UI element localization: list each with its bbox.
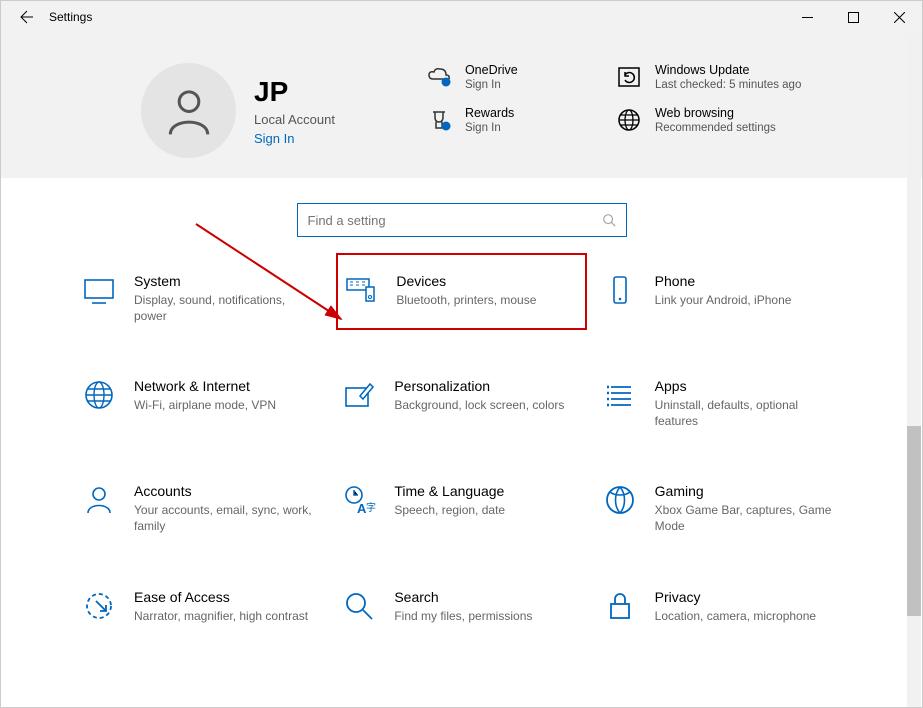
tile-windows-update[interactable]: Windows Update Last checked: 5 minutes a… — [615, 63, 825, 91]
cat-system[interactable]: System Display, sound, notifications, po… — [76, 267, 326, 330]
cat-title: Ease of Access — [134, 589, 308, 605]
cat-network[interactable]: Network & Internet Wi-Fi, airplane mode,… — [76, 372, 326, 435]
svg-text:字: 字 — [366, 501, 376, 514]
close-button[interactable] — [876, 1, 922, 33]
ease-of-access-icon — [82, 589, 116, 623]
cat-time-language[interactable]: A字 Time & Language Speech, region, date — [336, 477, 586, 540]
tile-web-browsing[interactable]: Web browsing Recommended settings — [615, 106, 825, 134]
cat-title: Gaming — [655, 483, 835, 499]
maximize-button[interactable] — [830, 1, 876, 33]
minimize-button[interactable] — [784, 1, 830, 33]
globe-icon — [615, 106, 643, 134]
system-icon — [82, 273, 116, 307]
tile-sub: Recommended settings — [655, 122, 776, 134]
cat-title: Privacy — [655, 589, 816, 605]
cat-apps[interactable]: Apps Uninstall, defaults, optional featu… — [597, 372, 847, 435]
update-icon — [615, 63, 643, 91]
privacy-icon — [603, 589, 637, 623]
tile-label: Rewards — [465, 106, 514, 120]
profile-name: JP — [254, 76, 335, 108]
tile-label: OneDrive — [465, 63, 518, 77]
person-icon — [161, 83, 217, 139]
cat-sub: Narrator, magnifier, high contrast — [134, 609, 308, 625]
cat-title: Time & Language — [394, 483, 505, 499]
onedrive-icon — [425, 63, 453, 91]
tile-sub: Last checked: 5 minutes ago — [655, 79, 801, 91]
back-button[interactable] — [1, 1, 49, 33]
time-language-icon: A字 — [342, 483, 376, 517]
cat-sub: Speech, region, date — [394, 503, 505, 519]
scrollbar-thumb[interactable] — [907, 426, 921, 616]
cat-sub: Bluetooth, printers, mouse — [396, 293, 536, 309]
cat-privacy[interactable]: Privacy Location, camera, microphone — [597, 583, 847, 631]
window-title: Settings — [49, 10, 92, 24]
tile-rewards[interactable]: Rewards Sign In — [425, 106, 605, 134]
tile-sub: Sign In — [465, 122, 514, 134]
search-icon — [602, 213, 616, 227]
cat-sub: Uninstall, defaults, optional features — [655, 398, 835, 429]
gaming-icon — [603, 483, 637, 517]
title-bar: Settings — [1, 1, 922, 33]
minimize-icon — [802, 12, 813, 23]
cat-phone[interactable]: Phone Link your Android, iPhone — [597, 267, 847, 330]
profile-signin-link[interactable]: Sign In — [254, 131, 335, 146]
apps-icon — [603, 378, 637, 412]
categories-grid: System Display, sound, notifications, po… — [1, 267, 922, 630]
personalization-icon — [342, 378, 376, 412]
cat-title: Devices — [396, 273, 536, 289]
rewards-icon — [425, 106, 453, 134]
cat-title: Phone — [655, 273, 792, 289]
network-icon — [82, 378, 116, 412]
cat-title: Network & Internet — [134, 378, 276, 394]
account-header: JP Local Account Sign In OneDrive Sign I… — [1, 33, 922, 178]
cat-title: Accounts — [134, 483, 314, 499]
cat-ease-of-access[interactable]: Ease of Access Narrator, magnifier, high… — [76, 583, 326, 631]
cat-title: Search — [394, 589, 532, 605]
tile-sub: Sign In — [465, 79, 518, 91]
phone-icon — [603, 273, 637, 307]
maximize-icon — [848, 12, 859, 23]
cat-sub: Find my files, permissions — [394, 609, 532, 625]
cat-sub: Wi-Fi, airplane mode, VPN — [134, 398, 276, 414]
search-box[interactable] — [297, 203, 627, 237]
tile-label: Windows Update — [655, 63, 801, 77]
arrow-left-icon — [17, 9, 33, 25]
cat-sub: Background, lock screen, colors — [394, 398, 564, 414]
cat-sub: Location, camera, microphone — [655, 609, 816, 625]
cat-devices[interactable]: Devices Bluetooth, printers, mouse — [336, 253, 586, 330]
avatar — [141, 63, 236, 158]
cat-sub: Xbox Game Bar, captures, Game Mode — [655, 503, 835, 534]
devices-icon — [344, 273, 378, 307]
cat-sub: Your accounts, email, sync, work, family — [134, 503, 314, 534]
search-cat-icon — [342, 589, 376, 623]
cat-title: Personalization — [394, 378, 564, 394]
cat-search[interactable]: Search Find my files, permissions — [336, 583, 586, 631]
cat-title: System — [134, 273, 314, 289]
close-icon — [894, 12, 905, 23]
tile-onedrive[interactable]: OneDrive Sign In — [425, 63, 605, 91]
accounts-icon — [82, 483, 116, 517]
cat-accounts[interactable]: Accounts Your accounts, email, sync, wor… — [76, 477, 326, 540]
header-tiles: OneDrive Sign In Windows Update Last che… — [425, 63, 862, 134]
cat-sub: Link your Android, iPhone — [655, 293, 792, 309]
search-input[interactable] — [308, 213, 602, 228]
cat-title: Apps — [655, 378, 835, 394]
cat-gaming[interactable]: Gaming Xbox Game Bar, captures, Game Mod… — [597, 477, 847, 540]
profile-block: JP Local Account Sign In — [141, 63, 335, 158]
tile-label: Web browsing — [655, 106, 776, 120]
profile-account-type: Local Account — [254, 112, 335, 127]
cat-personalization[interactable]: Personalization Background, lock screen,… — [336, 372, 586, 435]
cat-sub: Display, sound, notifications, power — [134, 293, 314, 324]
search-row — [1, 203, 922, 237]
